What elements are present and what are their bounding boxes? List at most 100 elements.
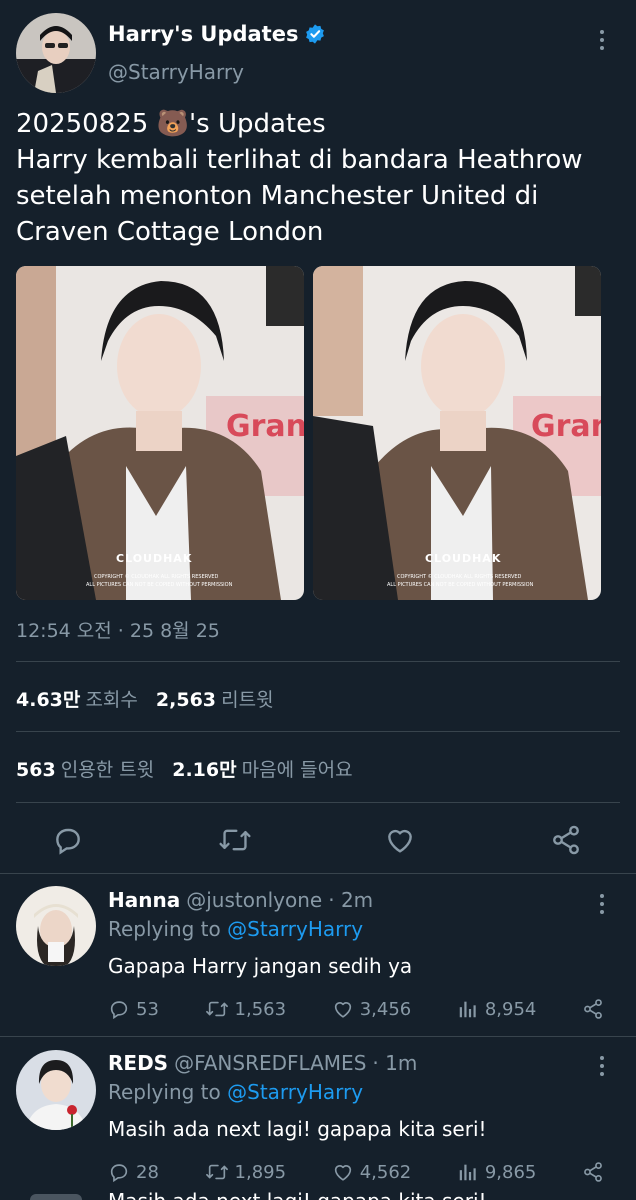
reply-retweet-count: 1,895 <box>234 1161 287 1183</box>
stats-row-quotes-likes: 563 인용한 트윗 2.16만 마음에 들어요 <box>16 755 353 782</box>
heart-icon <box>334 1002 351 1018</box>
reply-action-bar: 28 1,895 4,562 9,865 <box>108 1161 604 1183</box>
share-icon <box>584 1162 602 1182</box>
author-avatar[interactable] <box>16 13 96 93</box>
reply-header: REDS @FANSREDFLAMES · 1m <box>108 1051 417 1075</box>
reply-avatar[interactable] <box>16 886 96 966</box>
svg-text:Grand: Grand <box>226 409 304 444</box>
retweet-icon <box>219 829 251 851</box>
author-handle[interactable]: @StarryHarry <box>108 60 244 84</box>
next-reply-text-partial: Masih ada next lagi! gapapa kita seri! <box>108 1188 487 1200</box>
retweet-icon <box>205 1164 228 1180</box>
quotes-count: 563 <box>16 759 56 781</box>
likes-count: 2.16만 <box>172 759 237 781</box>
quotes-label: 인용한 트윗 <box>60 759 155 781</box>
reply-header: Hanna @justonlyone · 2m <box>108 888 373 912</box>
reply-author-name[interactable]: Hanna <box>108 888 180 912</box>
bear-emoji: 🐻 <box>156 109 189 139</box>
reply-comment-count: 28 <box>136 1161 159 1183</box>
reply-views-count: 8,954 <box>484 998 537 1020</box>
photo-watermark: CLOUDHAK <box>425 552 502 565</box>
tweet-timestamp[interactable]: 12:54 오전 · 25 8월 25 <box>16 616 220 643</box>
analytics-icon <box>459 1001 476 1018</box>
likes-stat[interactable]: 2.16만 마음에 들어요 <box>172 755 352 782</box>
retweets-count: 2,563 <box>155 689 217 711</box>
reply-like-button[interactable]: 3,456 <box>332 998 412 1020</box>
stats-row-views-retweets: 4.63만 조회수 2,563 리트윗 <box>16 685 274 712</box>
replying-to-link[interactable]: @StarryHarry <box>227 1080 363 1104</box>
reply-text: Masih ada next lagi! gapapa kita seri! <box>108 1117 487 1141</box>
views-stat[interactable]: 4.63만 조회수 <box>16 685 138 712</box>
quotes-stat[interactable]: 563 인용한 트윗 <box>16 755 154 782</box>
divider <box>0 873 636 874</box>
reply-comment-button[interactable]: 53 <box>108 998 159 1020</box>
reply-time: · 2m <box>328 888 374 912</box>
reply-views-count: 9,865 <box>484 1161 537 1183</box>
reply-action-bar: 53 1,563 3,456 8,954 <box>108 998 604 1020</box>
reply-icon <box>110 1001 128 1020</box>
reply-comment-button[interactable]: 28 <box>108 1161 159 1183</box>
tweet-text-line-4: Craven Cottage London <box>16 217 324 247</box>
likes-label: 마음에 들어요 <box>241 759 353 781</box>
analytics-icon <box>459 1164 476 1181</box>
reply-comment-count: 53 <box>136 998 159 1020</box>
replying-to-link[interactable]: @StarryHarry <box>227 917 363 941</box>
photo-copyright-1: COPYRIGHT © CLOUDHAK ALL RIGHTS RESERVED <box>94 574 219 580</box>
retweet-icon <box>205 1001 228 1017</box>
share-button[interactable] <box>550 824 582 860</box>
more-options-icon[interactable] <box>599 894 605 914</box>
reply-time: · 1m <box>372 1051 418 1075</box>
reply-views-button[interactable]: 9,865 <box>457 1161 537 1183</box>
reply-retweet-button[interactable]: 1,563 <box>205 998 287 1020</box>
reply-views-button[interactable]: 8,954 <box>457 998 537 1020</box>
author-name-row[interactable]: Harry's Updates <box>108 22 326 46</box>
divider <box>16 731 620 732</box>
views-label: 조회수 <box>85 689 138 711</box>
reply-button[interactable] <box>52 824 84 860</box>
photo-watermark: CLOUDHAK <box>116 552 193 565</box>
photo-copyright-2: ALL PICTURES CAN NOT BE COPIED WITHOUT P… <box>86 582 233 588</box>
more-options-icon[interactable] <box>599 1056 605 1076</box>
reply-like-button[interactable]: 4,562 <box>332 1161 412 1183</box>
tweet-text-line-3: setelah menonton Manchester United di <box>16 181 539 211</box>
heart-icon <box>334 1165 351 1181</box>
reply-author-handle[interactable]: @justonlyone <box>186 888 322 912</box>
replying-to: Replying to @StarryHarry <box>108 917 364 941</box>
like-button[interactable] <box>384 824 416 860</box>
divider <box>0 1036 636 1037</box>
reply-share-button[interactable] <box>582 998 604 1020</box>
reply-like-count: 3,456 <box>359 998 412 1020</box>
reply-like-count: 4,562 <box>359 1161 412 1183</box>
reply-icon <box>56 828 80 855</box>
tweet-photo-1[interactable]: Grand CLOUDHAK COPYRIGHT © CLOUDHAK ALL … <box>16 266 304 600</box>
divider <box>16 802 620 803</box>
reply-icon <box>110 1164 128 1183</box>
verified-badge-icon <box>304 23 326 45</box>
reply-avatar[interactable] <box>16 1050 96 1130</box>
views-count: 4.63만 <box>16 689 81 711</box>
more-options-icon[interactable] <box>599 30 605 50</box>
svg-text:Gran: Gran <box>531 409 601 444</box>
reply-text: Gapapa Harry jangan sedih ya <box>108 954 413 978</box>
retweets-stat[interactable]: 2,563 리트윗 <box>156 685 274 712</box>
photo-copyright-1: COPYRIGHT © CLOUDHAK ALL RIGHTS RESERVED <box>397 574 522 580</box>
tweet-text-line-1: 20250825 🐻's Updates <box>16 109 326 139</box>
replying-to: Replying to @StarryHarry <box>108 1080 364 1104</box>
reply-author-handle[interactable]: @FANSREDFLAMES <box>174 1051 366 1075</box>
tweet-text-line-2: Harry kembali terlihat di bandara Heathr… <box>16 145 583 175</box>
share-icon <box>584 999 602 1019</box>
next-reply-avatar[interactable] <box>30 1194 82 1200</box>
retweets-label: 리트윗 <box>221 689 274 711</box>
share-icon <box>553 825 579 855</box>
reply-share-button[interactable] <box>582 1161 604 1183</box>
reply-retweet-count: 1,563 <box>234 998 287 1020</box>
tweet-photo-2[interactable]: Gran CLOUDHAK COPYRIGHT © CLOUDHAK ALL R… <box>313 266 601 600</box>
reply-author-name[interactable]: REDS <box>108 1051 168 1075</box>
heart-icon <box>388 829 412 853</box>
reply-retweet-button[interactable]: 1,895 <box>205 1161 287 1183</box>
divider <box>16 661 620 662</box>
retweet-button[interactable] <box>218 824 252 860</box>
tweet-text: 20250825 🐻's Updates Harry kembali terli… <box>16 106 626 250</box>
author-name: Harry's Updates <box>108 22 299 46</box>
photo-copyright-2: ALL PICTURES CAN NOT BE COPIED WITHOUT P… <box>387 582 534 588</box>
